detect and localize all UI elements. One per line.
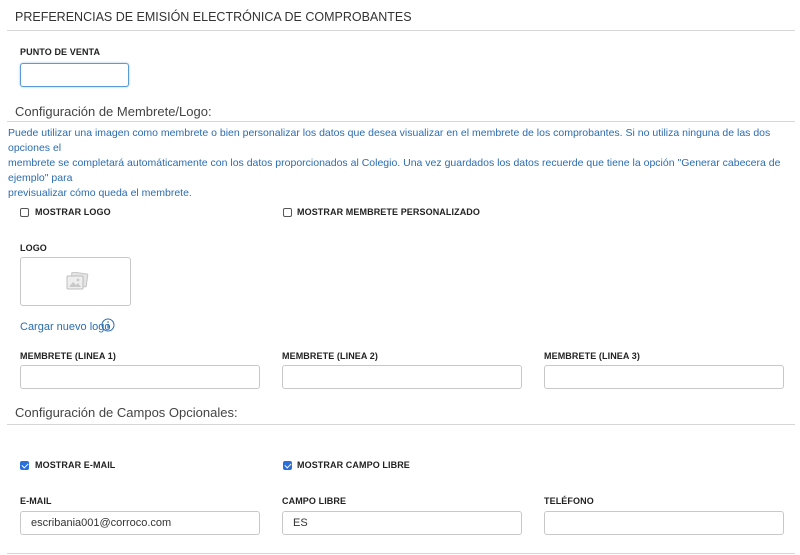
- info-icon[interactable]: [101, 318, 115, 332]
- page-title: PREFERENCIAS DE EMISIÓN ELECTRÓNICA DE C…: [15, 10, 412, 24]
- info-line: Puede utilizar una imagen como membrete …: [8, 127, 771, 154]
- phone-label: TELÉFONO: [544, 496, 594, 506]
- logo-preview[interactable]: [20, 257, 131, 306]
- membrete-line3-label: MEMBRETE (LINEA 3): [544, 351, 640, 361]
- punto-venta-input[interactable]: [20, 63, 129, 87]
- show-email-checkbox[interactable]: [20, 461, 29, 470]
- info-line: membrete se completará automáticamente c…: [8, 157, 781, 184]
- membrete-line2-input[interactable]: [282, 365, 522, 389]
- membrete-line1-label: MEMBRETE (LINEA 1): [20, 351, 116, 361]
- phone-input[interactable]: [544, 511, 784, 535]
- info-line: previsualizar cómo queda el membrete.: [8, 187, 192, 199]
- membrete-section-title: Configuración de Membrete/Logo:: [15, 104, 212, 119]
- optional-section-title: Configuración de Campos Opcionales:: [15, 405, 238, 420]
- membrete-line1-input[interactable]: [20, 365, 260, 389]
- email-label: E-MAIL: [20, 496, 52, 506]
- divider: [7, 30, 795, 31]
- logo-label: LOGO: [20, 243, 47, 253]
- free-field-input[interactable]: [282, 511, 522, 535]
- show-free-field-label: MOSTRAR CAMPO LIBRE: [297, 460, 410, 470]
- show-logo-checkbox[interactable]: [20, 208, 29, 217]
- email-input[interactable]: [20, 511, 260, 535]
- image-placeholder-icon: [66, 272, 89, 290]
- membrete-info-text: Puede utilizar una imagen como membrete …: [8, 126, 798, 201]
- show-custom-membrete-label: MOSTRAR MEMBRETE PERSONALIZADO: [297, 207, 480, 217]
- divider: [7, 424, 795, 425]
- show-email-label: MOSTRAR E-MAIL: [35, 460, 116, 470]
- membrete-line2-label: MEMBRETE (LINEA 2): [282, 351, 378, 361]
- show-free-field-checkbox[interactable]: [283, 461, 292, 470]
- free-field-label: CAMPO LIBRE: [282, 496, 347, 506]
- punto-venta-label: PUNTO DE VENTA: [20, 47, 101, 57]
- divider: [7, 553, 795, 554]
- membrete-line3-input[interactable]: [544, 365, 784, 389]
- upload-logo-link[interactable]: Cargar nuevo logo: [20, 321, 111, 333]
- divider: [7, 121, 795, 122]
- show-custom-membrete-checkbox[interactable]: [283, 208, 292, 217]
- show-logo-label: MOSTRAR LOGO: [35, 207, 111, 217]
